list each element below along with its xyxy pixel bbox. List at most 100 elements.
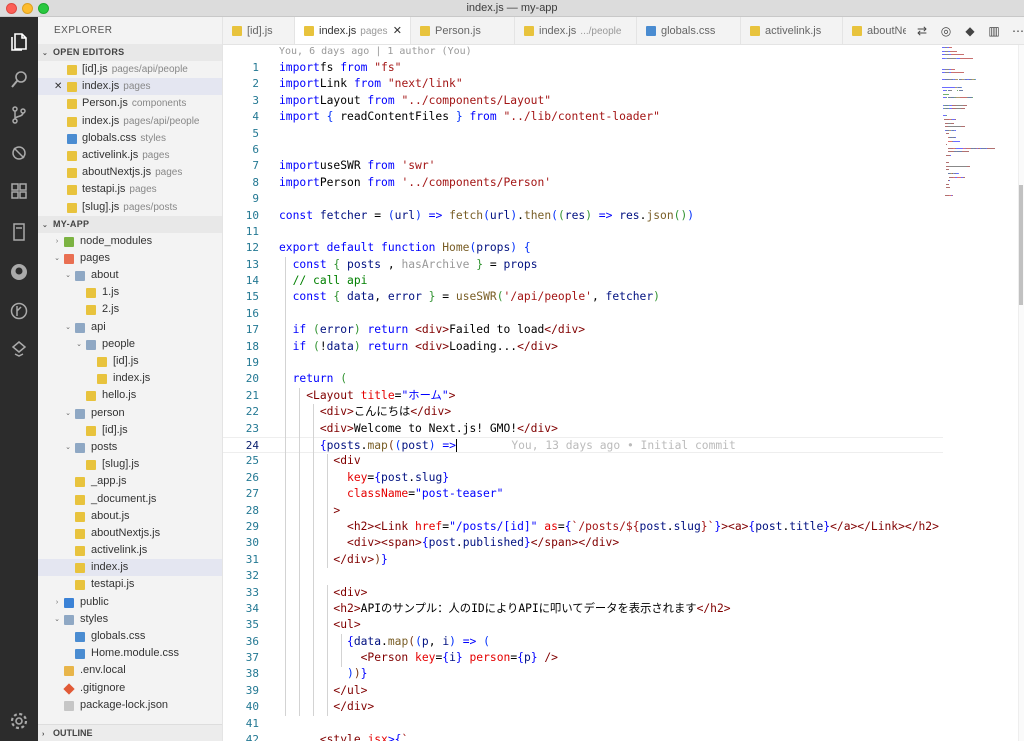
chevron-down-icon[interactable]: ⌄ [63,439,73,456]
code-line[interactable]: 12 export default function Home(props) { [223,240,943,256]
open-editor-item[interactable]: Person.js components [38,95,222,112]
code-line[interactable]: 26 key={post.slug} [223,470,943,486]
source-control-icon[interactable] [7,103,31,127]
code-line[interactable]: 41 [223,716,943,732]
open-editor-item[interactable]: globals.css styles [38,130,222,147]
tree-item[interactable]: ⌄ styles [38,611,222,628]
code-line[interactable]: 20 return ( [223,371,943,387]
code-line[interactable]: 32 [223,568,943,584]
outline-header[interactable]: › OUTLINE [38,724,222,741]
minimap[interactable] [942,45,1012,205]
code-line[interactable]: 21 <Layout title="ホーム"> [223,388,943,404]
tree-item[interactable]: Home.module.css [38,645,222,662]
code-line[interactable]: 33 <div> [223,585,943,601]
chevron-down-icon[interactable]: ⌄ [52,250,62,267]
code-line[interactable]: 15 const { data, error } = useSWR('/api/… [223,289,943,305]
chevron-down-icon[interactable]: ⌄ [52,611,62,628]
compare-icon[interactable]: ⇄ [914,23,930,39]
code-line[interactable]: 1 importfs from "fs" [223,60,943,76]
tree-item[interactable]: [id].js [38,422,222,439]
tree-item[interactable]: package-lock.json [38,697,222,714]
code-line[interactable]: 7 importuseSWR from 'swr' [223,158,943,174]
open-editor-item[interactable]: ✕ index.js pages [38,78,222,96]
editor-tab[interactable]: globals.css [637,17,741,44]
more-actions-icon[interactable]: ⋯ [1010,23,1024,39]
code-line[interactable]: 35 <ul> [223,617,943,633]
open-editor-item[interactable]: index.js pages/api/people [38,113,222,130]
code-line[interactable]: 36 {data.map((p, i) => ( [223,634,943,650]
code-line[interactable]: 19 [223,355,943,371]
code-line[interactable]: 11 [223,224,943,240]
scrollbar-thumb[interactable] [1019,185,1023,305]
code-line[interactable]: 14 // call api [223,273,943,289]
tree-item[interactable]: index.js [38,370,222,387]
tree-item[interactable]: testapi.js [38,576,222,593]
settings-gear-icon[interactable] [7,709,31,733]
open-editor-item[interactable]: aboutNextjs.js pages [38,164,222,181]
code-line[interactable]: 10 const fetcher = (url) => fetch(url).th… [223,208,943,224]
code-line[interactable]: 37 <Person key={i} person={p} /> [223,650,943,666]
tree-item[interactable]: globals.css [38,628,222,645]
tree-item[interactable]: index.js [38,559,222,577]
tree-item[interactable]: .env.local [38,662,222,679]
chevron-down-icon[interactable]: ⌄ [74,336,84,353]
files-icon[interactable] [7,29,31,53]
code-line[interactable]: 22 <div>こんにちは</div> [223,404,943,420]
code-line[interactable]: 34 <h2>APIのサンプル：人のIDによりAPIに叩いてデータを表示されます… [223,601,943,617]
code-line[interactable]: 40 </div> [223,699,943,715]
code-line[interactable]: 25 <div [223,453,943,469]
code-editor[interactable]: You, 6 days ago | 1 author (You) 1 import… [223,45,1024,741]
tree-item[interactable]: _app.js [38,473,222,490]
open-changes-icon[interactable]: ◎ [938,23,954,39]
editor-tab[interactable]: Person.js [411,17,515,44]
tree-item[interactable]: hello.js [38,387,222,404]
tree-item[interactable]: activelink.js [38,542,222,559]
code-line[interactable]: 4 import { readContentFiles } from "../li… [223,109,943,125]
open-editor-item[interactable]: testapi.js pages [38,181,222,198]
chevron-down-icon[interactable]: ⌄ [63,405,73,422]
close-tab-icon[interactable]: ✕ [393,17,402,44]
tree-item[interactable]: › public [38,594,222,611]
debug-icon[interactable] [7,141,31,165]
tree-item[interactable]: _document.js [38,491,222,508]
chevron-right-icon[interactable]: › [52,233,62,250]
code-line[interactable]: 6 [223,142,943,158]
search-icon[interactable] [7,67,31,91]
code-line[interactable]: 29 <h2><Link href="/posts/[id]" as={`/po… [223,519,943,535]
github-icon[interactable] [7,260,31,284]
git-commit-icon[interactable]: ◆ [962,23,978,39]
code-line[interactable]: 23 <div>Welcome to Next.js! GMO!</div> [223,421,943,437]
code-line[interactable]: 2 importLink from "next/link" [223,76,943,92]
editor-tab[interactable]: activelink.js [741,17,843,44]
code-line[interactable]: 39 </ul> [223,683,943,699]
tree-item[interactable]: about.js [38,508,222,525]
tree-item[interactable]: .gitignore [38,680,222,697]
tree-item[interactable]: ⌄ people [38,336,222,353]
split-editor-icon[interactable]: ▥ [986,23,1002,39]
tree-item[interactable]: ⌄ api [38,319,222,336]
tree-item[interactable]: › node_modules [38,233,222,250]
close-editor-icon[interactable]: ✕ [54,78,62,95]
codelens-authors[interactable]: You, 6 days ago | 1 author (You) [279,46,472,57]
open-editor-item[interactable]: [id].js pages/api/people [38,61,222,78]
code-line[interactable]: 18 if (!data) return <div>Loading...</di… [223,339,943,355]
chevron-down-icon[interactable]: ⌄ [63,267,73,284]
open-editor-item[interactable]: activelink.js pages [38,147,222,164]
tree-item[interactable]: 1.js [38,284,222,301]
code-line[interactable]: 16 [223,306,943,322]
tree-item[interactable]: 2.js [38,301,222,318]
code-line[interactable]: 5 [223,126,943,142]
extensions-icon[interactable] [7,179,31,203]
vertical-scrollbar[interactable] [1018,45,1024,741]
chevron-right-icon[interactable]: › [52,594,62,611]
tree-item[interactable]: ⌄ person [38,405,222,422]
open-editor-item[interactable]: [slug].js pages/posts [38,199,222,216]
open-editors-header[interactable]: ⌄ OPEN EDITORS [38,44,222,61]
tree-item[interactable]: [id].js [38,353,222,370]
code-line[interactable]: 27 className="post-teaser" [223,486,943,502]
code-line[interactable]: 8 importPerson from '../components/Person… [223,175,943,191]
live-share-icon[interactable] [7,337,31,361]
tree-item[interactable]: aboutNextjs.js [38,525,222,542]
code-line[interactable]: 3 importLayout from "../components/Layout… [223,93,943,109]
code-line[interactable]: 42 <style jsx>{` [223,732,943,741]
